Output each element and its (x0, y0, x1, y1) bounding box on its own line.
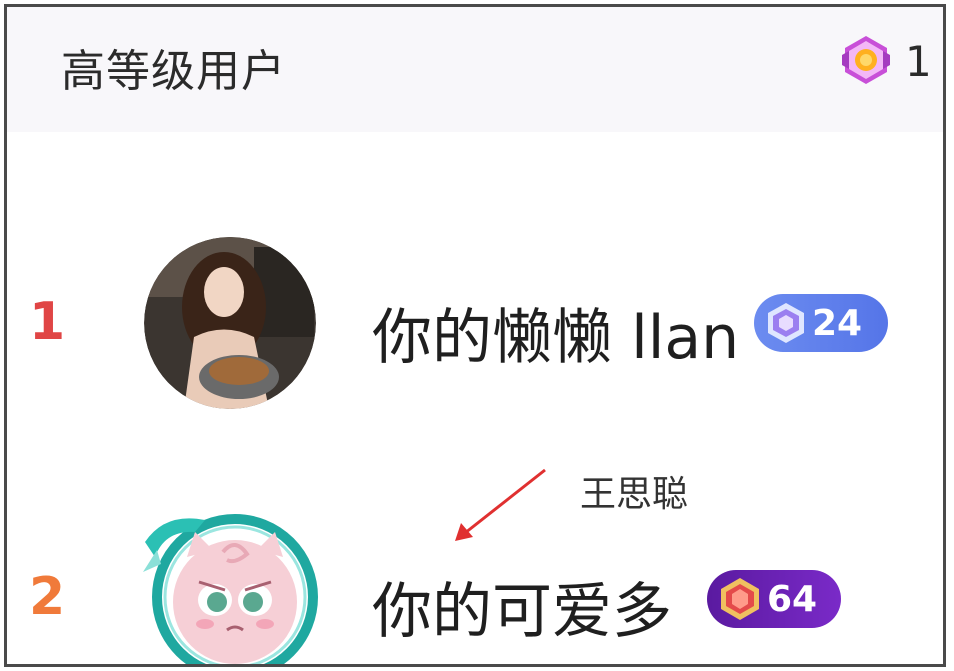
level-number: 64 (767, 578, 818, 620)
arrow-annotation (455, 468, 546, 541)
username[interactable]: 你的可爱多 (372, 563, 672, 650)
rank-number: 1 (29, 292, 66, 352)
header: 高等级用户 1 (7, 7, 943, 132)
rank-number: 2 (29, 567, 66, 627)
ranking-panel: 高等级用户 1 1 你的懒懒 llan 24 王思聪 2 你的可爱多 64 (4, 4, 946, 667)
level-number: 24 (812, 302, 863, 344)
level-badge: 24 (754, 294, 888, 352)
level-badge: 64 (707, 570, 841, 628)
username[interactable]: 你的懒懒 llan (372, 289, 739, 376)
annotation-label: 王思聪 (580, 474, 689, 515)
crown-gem-icon (721, 578, 759, 620)
crown-gem-icon (842, 36, 890, 84)
user-avatar[interactable] (144, 237, 316, 409)
hexagon-gem-icon (768, 303, 804, 343)
page-title: 高等级用户 (61, 46, 286, 97)
header-count: 1 (905, 37, 932, 86)
user-avatar[interactable] (135, 502, 325, 667)
